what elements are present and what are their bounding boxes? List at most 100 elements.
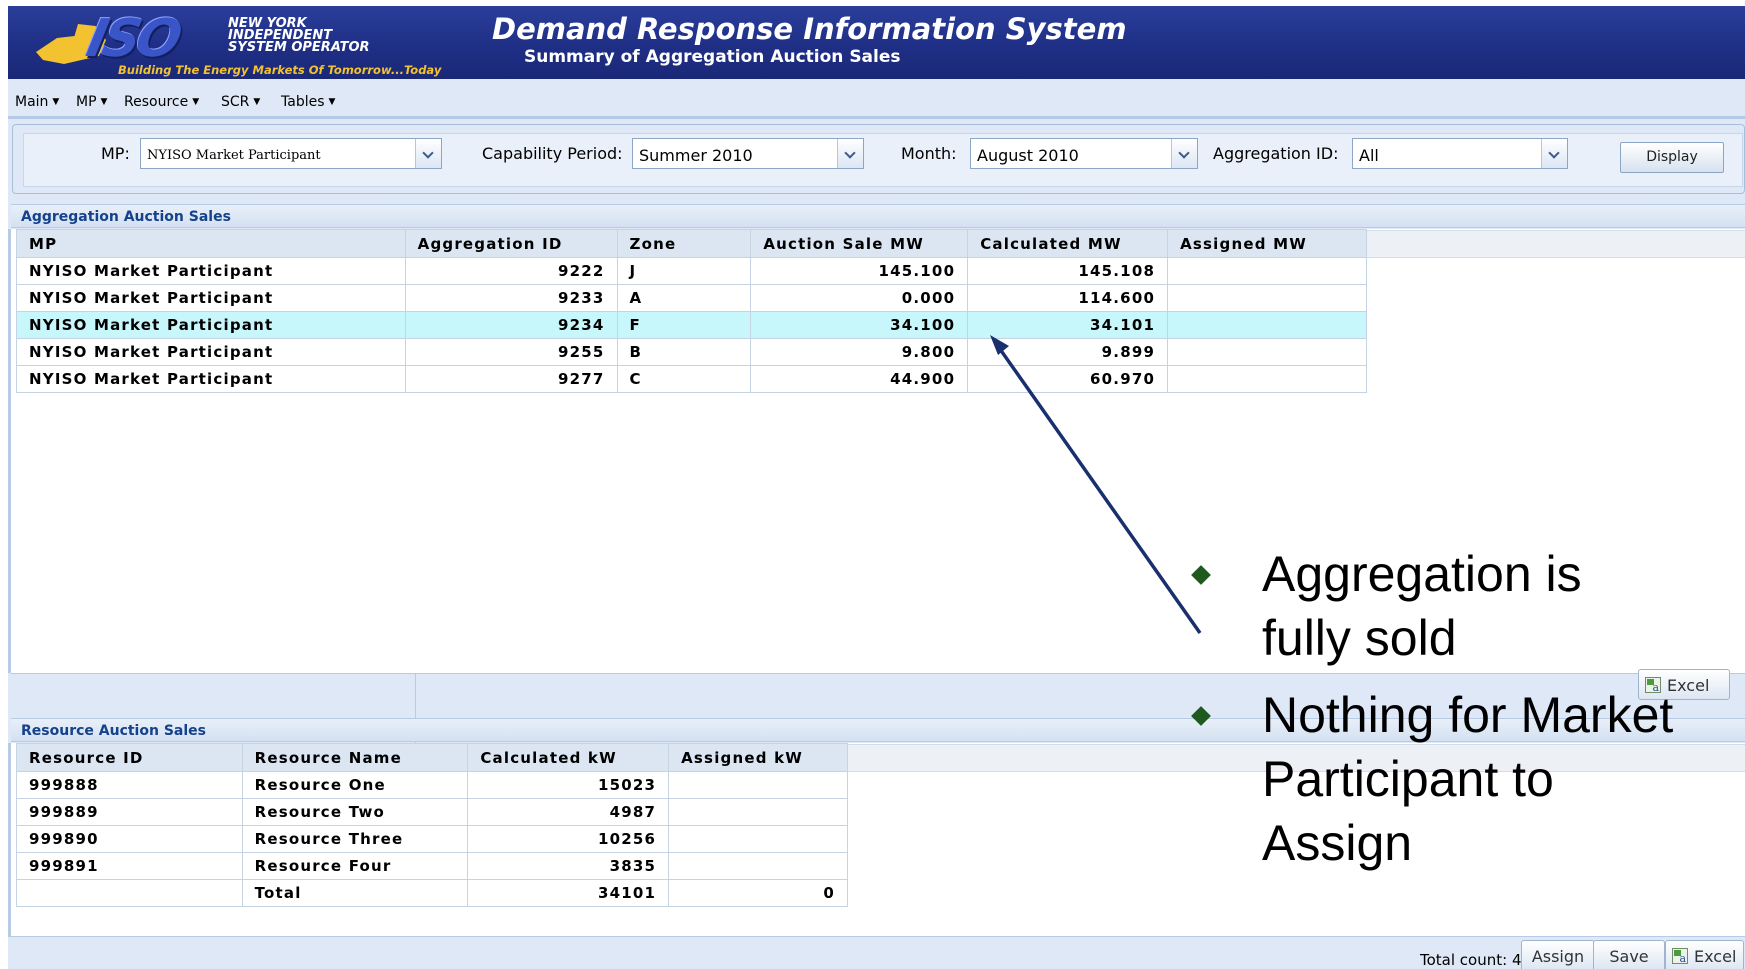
cell-aggregation-id: 9255 (404, 338, 618, 366)
mp-filter-label: MP: (101, 144, 130, 163)
cell-aggregation-id: 9277 (404, 365, 618, 393)
menu-tables[interactable]: Tables ▼ (281, 94, 335, 110)
column-header-calculated-mw[interactable]: Calculated MW (967, 229, 1169, 258)
table-row[interactable]: NYISO Market Participant 9277 C 44.900 60.97… (16, 365, 1367, 393)
mp-select[interactable]: NYISO Market Participant (140, 138, 442, 169)
resource-table: Resource ID Resource Name Calculated kW … (16, 743, 848, 907)
menu-main[interactable]: Main ▼ (15, 94, 59, 110)
column-header-assigned-mw[interactable]: Assigned MW (1167, 229, 1367, 258)
menu-label: Main (15, 94, 49, 110)
cell-assigned-kw (668, 798, 848, 826)
table-row[interactable]: 999888 Resource One 15023 (16, 771, 848, 799)
logo-tagline: Building The Energy Markets Of Tomorrow.… (118, 63, 442, 77)
grid-header-filler (1366, 230, 1745, 258)
cell-zone: C (616, 365, 752, 393)
cell-assigned-mw (1167, 338, 1367, 366)
cell-calculated-mw: 9.899 (967, 338, 1169, 366)
save-button[interactable]: Save (1593, 940, 1665, 969)
cell-assigned-kw (668, 852, 848, 880)
cell-resource-name: Resource Four (241, 852, 469, 880)
total-cell-resource-id (16, 879, 243, 907)
cell-calculated-mw: 114.600 (967, 284, 1169, 312)
aggregation-table: MP Aggregation ID Zone Auction Sale MW C… (16, 229, 1367, 393)
column-header-resource-name[interactable]: Resource Name (241, 743, 469, 772)
nyiso-logo: ISO NEW YORK INDEPENDENT SYSTEM OPERATOR… (18, 9, 478, 77)
cell-assigned-mw (1167, 365, 1367, 393)
app-title: Demand Response Information System (492, 12, 1127, 46)
month-label: Month: (901, 144, 957, 163)
table-row[interactable]: NYISO Market Participant 9233 A 0.000 114.60… (16, 284, 1367, 312)
total-cell-assigned-kw: 0 (668, 879, 848, 907)
logo-name-line: SYSTEM OPERATOR (228, 40, 370, 55)
cell-aggregation-id: 9234 (404, 311, 618, 339)
cell-assigned-mw (1167, 311, 1367, 339)
column-header-zone[interactable]: Zone (616, 229, 752, 258)
menu-mp[interactable]: MP ▼ (76, 94, 107, 110)
cell-resource-id: 999891 (16, 852, 243, 880)
column-header-mp[interactable]: MP (16, 229, 406, 258)
column-header-auction-sale-mw[interactable]: Auction Sale MW (750, 229, 969, 258)
column-header-aggregation-id[interactable]: Aggregation ID (404, 229, 618, 258)
excel-button-label: Excel (1694, 947, 1737, 966)
assign-button[interactable]: Assign (1521, 940, 1595, 969)
cell-mp: NYISO Market Participant (16, 338, 406, 366)
cell-calculated-mw: 145.108 (967, 257, 1169, 285)
cell-aggregation-id: 9233 (404, 284, 618, 312)
caret-down-icon: ▼ (328, 97, 336, 107)
annotation-note: Nothing for Market Participant to Assign (1262, 683, 1673, 875)
note-line: fully sold (1262, 610, 1457, 666)
cell-calculated-kw: 4987 (467, 798, 670, 826)
cell-zone: F (616, 311, 752, 339)
cell-aggregation-id: 9222 (404, 257, 618, 285)
chevron-down-icon[interactable] (415, 139, 441, 168)
menu-bar: Main ▼ MP ▼ Resource ▼ SCR ▼ Tables ▼ (8, 79, 1745, 119)
excel-export-button[interactable]: Excel (1665, 940, 1744, 969)
table-row[interactable]: NYISO Market Participant 9222 J 145.100 145.… (16, 257, 1367, 285)
aggregation-id-label: Aggregation ID: (1213, 144, 1339, 163)
column-header-resource-id[interactable]: Resource ID (16, 743, 243, 772)
display-button[interactable]: Display (1620, 142, 1724, 173)
caret-down-icon: ▼ (52, 97, 60, 107)
cell-calculated-kw: 10256 (467, 825, 670, 853)
cell-zone: A (616, 284, 752, 312)
cell-auction-sale-mw: 9.800 (750, 338, 969, 366)
cell-resource-name: Resource Three (241, 825, 469, 853)
menu-resource[interactable]: Resource ▼ (124, 94, 199, 110)
cell-calculated-kw: 15023 (467, 771, 670, 799)
capability-period-select[interactable]: Summer 2010 (632, 138, 864, 169)
table-row[interactable]: NYISO Market Participant 9234 F 34.100 34.10… (16, 311, 1367, 339)
month-select[interactable]: August 2010 (970, 138, 1198, 169)
aggregation-id-select[interactable]: All (1352, 138, 1568, 169)
note-line: Aggregation is (1262, 546, 1582, 602)
cell-auction-sale-mw: 34.100 (750, 311, 969, 339)
note-line: Participant to (1262, 751, 1554, 807)
app-banner: ISO NEW YORK INDEPENDENT SYSTEM OPERATOR… (8, 6, 1745, 79)
capability-period-label: Capability Period: (482, 144, 623, 163)
logo-mark: ISO (81, 9, 184, 69)
table-row[interactable]: 999890 Resource Three 10256 (16, 825, 848, 853)
chevron-down-icon[interactable] (1541, 139, 1567, 168)
chevron-down-icon[interactable] (1171, 139, 1197, 168)
caret-down-icon: ▼ (100, 97, 108, 107)
aggregation-panel-header: Aggregation Auction Sales (11, 204, 1745, 228)
cell-calculated-mw: 60.970 (967, 365, 1169, 393)
cell-mp: NYISO Market Participant (16, 365, 406, 393)
cell-assigned-mw (1167, 257, 1367, 285)
cell-assigned-kw (668, 825, 848, 853)
cell-zone: B (616, 338, 752, 366)
column-header-calculated-kw[interactable]: Calculated kW (467, 743, 670, 772)
cell-mp: NYISO Market Participant (16, 284, 406, 312)
table-row[interactable]: 999889 Resource Two 4987 (16, 798, 848, 826)
note-line: Nothing for Market (1262, 687, 1674, 743)
total-count: Total count: 4 (1420, 951, 1522, 969)
column-header-assigned-kw[interactable]: Assigned kW (668, 743, 848, 772)
table-row[interactable]: NYISO Market Participant 9255 B 9.800 9.899 (16, 338, 1367, 366)
table-row[interactable]: 999891 Resource Four 3835 (16, 852, 848, 880)
aggregation-id-value: All (1359, 146, 1379, 165)
cell-mp: NYISO Market Participant (16, 257, 406, 285)
chevron-down-icon[interactable] (837, 139, 863, 168)
cell-resource-name: Resource One (241, 771, 469, 799)
menu-label: Resource (124, 94, 189, 110)
menu-scr[interactable]: SCR ▼ (221, 94, 260, 110)
cell-resource-id: 999890 (16, 825, 243, 853)
